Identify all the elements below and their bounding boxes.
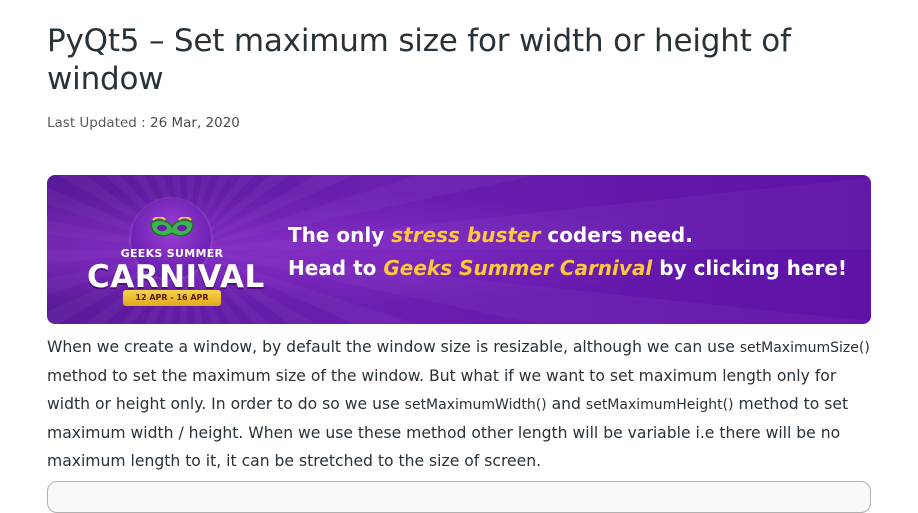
tagline-line-2: Head to Geeks Summer Carnival by clickin… bbox=[288, 252, 847, 285]
tagline-text: coders need. bbox=[540, 223, 693, 247]
article-paragraph: When we create a window, by default the … bbox=[47, 333, 877, 475]
tagline-line-1: The only stress buster coders need. bbox=[288, 219, 847, 252]
tagline-highlight: stress buster bbox=[391, 223, 541, 247]
banner-tagline[interactable]: The only stress buster coders need. Head… bbox=[288, 219, 847, 285]
page-title: PyQt5 – Set maximum size for width or he… bbox=[47, 23, 791, 97]
inline-code: setMaximumWidth() bbox=[404, 397, 547, 413]
code-block bbox=[47, 481, 871, 513]
tagline-text: Head to bbox=[288, 256, 384, 280]
inline-code: setMaximumSize() bbox=[739, 340, 870, 356]
logo-dates-ribbon: 12 APR - 16 APR bbox=[123, 290, 221, 306]
last-updated-label: Last Updated : bbox=[47, 115, 146, 131]
paragraph-text: and bbox=[546, 395, 586, 413]
last-updated-date: 26 Mar, 2020 bbox=[150, 115, 240, 131]
last-updated: Last Updated : 26 Mar, 2020 bbox=[47, 115, 240, 131]
paragraph-text: When we create a window, by default the … bbox=[47, 338, 740, 356]
masquerade-mask-icon bbox=[150, 217, 194, 237]
tagline-text: by clicking here! bbox=[652, 256, 848, 280]
promo-banner[interactable]: GEEKS SUMMER CARNIVAL 12 APR - 16 APR Th… bbox=[47, 175, 871, 324]
tagline-highlight: Geeks Summer Carnival bbox=[383, 256, 653, 280]
carnival-logo: GEEKS SUMMER CARNIVAL 12 APR - 16 APR bbox=[87, 195, 264, 306]
inline-code: setMaximumHeight() bbox=[585, 397, 734, 413]
tagline-text: The only bbox=[288, 223, 392, 247]
